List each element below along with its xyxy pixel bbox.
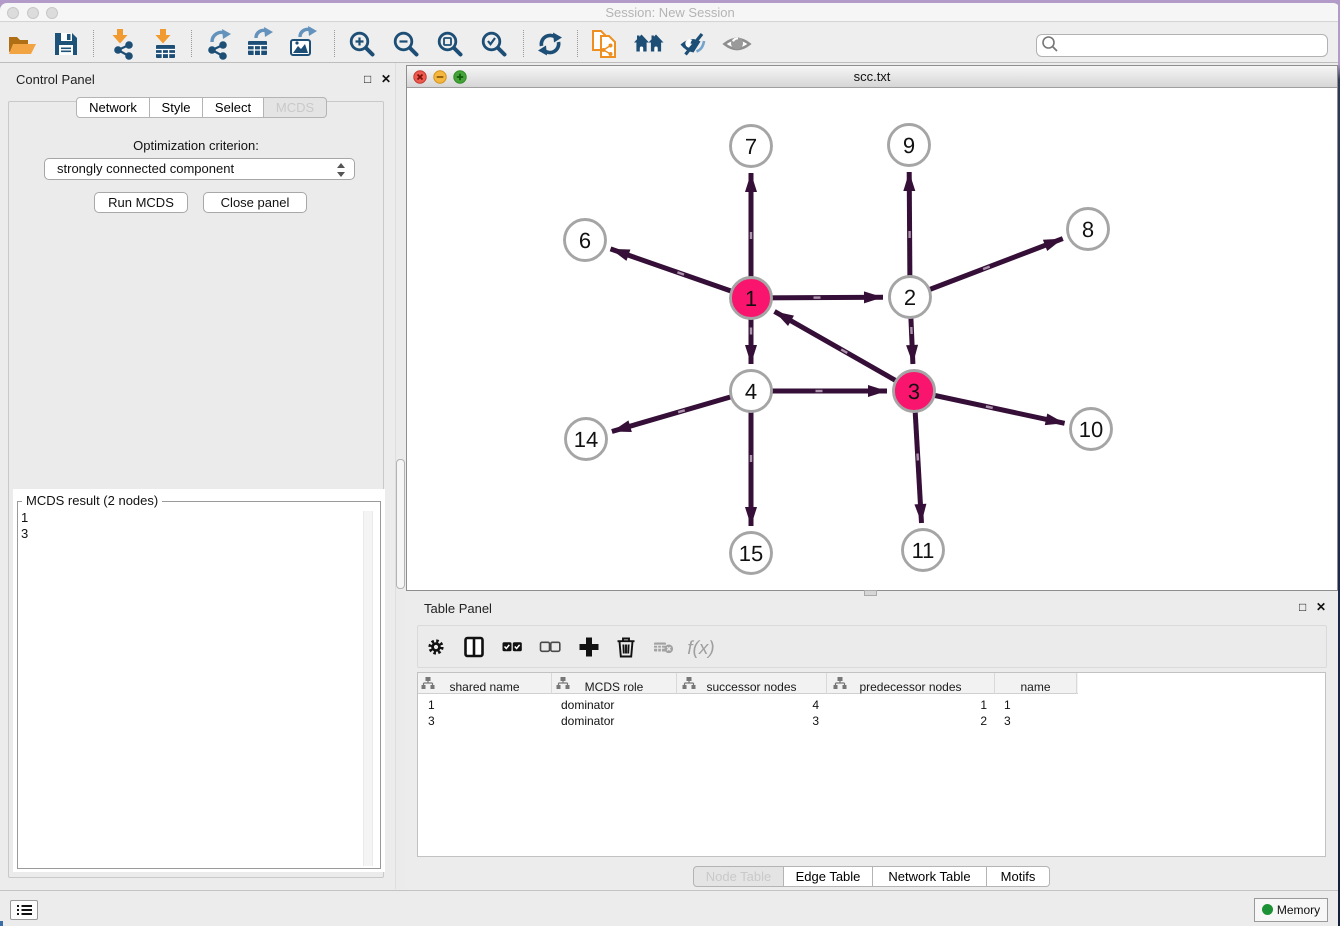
svg-text:3: 3: [908, 379, 920, 404]
svg-text:1: 1: [745, 286, 757, 311]
svg-text:8: 8: [1082, 217, 1094, 242]
svg-text:7: 7: [745, 134, 757, 159]
svg-text:9: 9: [903, 133, 915, 158]
svg-text:15: 15: [739, 541, 763, 566]
svg-text:14: 14: [574, 427, 598, 452]
svg-text:11: 11: [912, 538, 935, 563]
svg-text:6: 6: [579, 228, 591, 253]
svg-text:f(x): f(x): [687, 638, 714, 659]
svg-text:10: 10: [1079, 417, 1103, 442]
svg-text:4: 4: [745, 379, 757, 404]
svg-text:2: 2: [904, 285, 916, 310]
